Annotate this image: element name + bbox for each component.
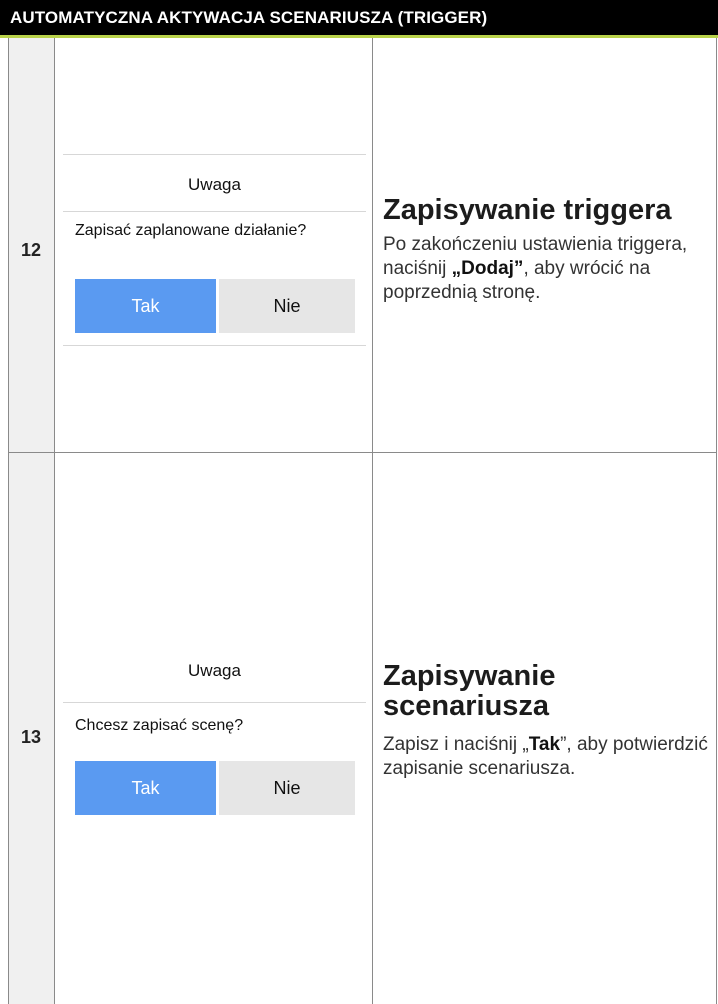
dialog-top-line: [63, 154, 366, 155]
row-divider: [8, 452, 717, 453]
section-title: AUTOMATYCZNA AKTYWACJA SCENARIUSZA (TRIG…: [10, 8, 488, 27]
no-button[interactable]: Nie: [219, 279, 355, 333]
step-number: 12: [20, 240, 42, 260]
table-border-left: [8, 38, 9, 1004]
table-border-right: [716, 38, 717, 1004]
table-divider-number: [54, 38, 55, 1004]
dialog-message: Zapisać zaplanowane działanie?: [75, 222, 307, 239]
yes-button[interactable]: Tak: [75, 279, 216, 333]
yes-button[interactable]: Tak: [75, 761, 216, 815]
step-description: Po zakończeniu ustawienia triggera, naci…: [383, 234, 688, 303]
dialog-bottom-line: [63, 345, 366, 346]
step-description: Zapisz i naciśnij „Tak”, aby potwierdzić…: [383, 734, 708, 779]
step-number: 13: [20, 727, 42, 747]
dialog-title: Uwaga: [188, 661, 241, 680]
section-header: AUTOMATYCZNA AKTYWACJA SCENARIUSZA (TRIG…: [0, 0, 718, 38]
dialog-title-divider: [63, 211, 366, 212]
step-heading: Zapisywanie triggera: [383, 194, 672, 226]
dialog-title-divider: [63, 702, 366, 703]
no-button[interactable]: Nie: [219, 761, 355, 815]
dialog-message: Chcesz zapisać scenę?: [75, 717, 244, 734]
step-heading: Zapisywanie scenariusza: [383, 660, 556, 722]
dialog-title: Uwaga: [188, 175, 241, 194]
table-divider-description: [372, 38, 373, 1004]
